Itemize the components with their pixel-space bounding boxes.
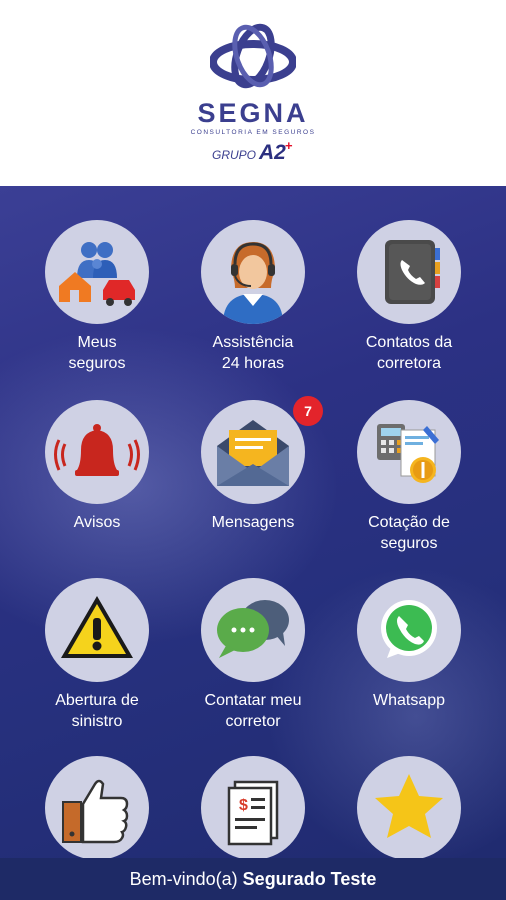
menu-item-label: Assistência 24 horas <box>212 334 294 372</box>
menu-item-label: Meus seguros <box>68 334 126 372</box>
menu-item-meus-seguros[interactable]: Meus seguros <box>19 220 175 390</box>
brand-group-logo: GRUPO A2 + <box>212 138 302 166</box>
menu-item-label: Abertura de sinistro <box>55 692 139 730</box>
menu-item-cotacao-seguros[interactable]: Cotação de seguros <box>331 400 487 570</box>
menu-item-label: Avisos <box>73 514 121 531</box>
menu-item-contatar-corretor[interactable]: Contatar meu corretor <box>175 578 331 748</box>
alarm-bell-icon <box>45 400 149 504</box>
svg-text:$: $ <box>239 797 248 814</box>
welcome-text: Bem-vindo(a) <box>129 868 238 889</box>
menu-item-label: Mensagens <box>211 514 295 531</box>
welcome-bar: Bem-vindo(a) Segurado Teste <box>0 858 506 900</box>
group-plus: + <box>285 138 293 153</box>
warning-triangle-icon <box>45 578 149 682</box>
menu-item-whatsapp[interactable]: Whatsapp <box>331 578 487 748</box>
segna-logo-icon <box>210 23 296 89</box>
brand-name: SEGNA <box>197 98 309 128</box>
invoice-document-icon: $ <box>201 756 305 860</box>
headset-attendant-icon <box>201 220 305 324</box>
menu-item-abertura-sinistro[interactable]: Abertura de sinistro <box>19 578 175 748</box>
user-name: Segurado Teste <box>242 868 377 889</box>
menu-item-avisos[interactable]: Avisos <box>19 400 175 570</box>
brand-tagline: CONSULTORIA EM SEGUROS <box>190 129 316 136</box>
menu-item-assistencia-24h[interactable]: Assistência 24 horas <box>175 220 331 390</box>
thumbs-up-icon <box>45 756 149 860</box>
whatsapp-icon <box>357 578 461 682</box>
menu-item-label: Whatsapp <box>372 692 446 709</box>
menu-item-label: Contatar meu corretor <box>204 692 302 730</box>
menu-item-label: Contatos da corretora <box>365 334 453 372</box>
envelope-icon <box>201 400 305 504</box>
chat-bubbles-icon <box>201 578 305 682</box>
group-prefix: GRUPO <box>212 148 257 162</box>
main-menu-area: Meus seguros Assistência 24 horas Contat… <box>0 186 506 900</box>
menu-item-label: Cotação de seguros <box>368 514 450 552</box>
calculator-money-icon <box>357 400 461 504</box>
menu-grid: Meus seguros Assistência 24 horas Contat… <box>0 186 506 900</box>
family-house-car-icon <box>45 220 149 324</box>
menu-item-contatos-corretora[interactable]: Contatos da corretora <box>331 220 487 390</box>
group-mark: A2 <box>259 141 286 164</box>
menu-item-mensagens[interactable]: 7 Mensagens <box>175 396 331 570</box>
unread-count-badge: 7 <box>293 396 323 426</box>
phone-book-icon <box>357 220 461 324</box>
app-header: SEGNA CONSULTORIA EM SEGUROS GRUPO A2 + <box>0 0 506 186</box>
star-icon <box>357 756 461 860</box>
